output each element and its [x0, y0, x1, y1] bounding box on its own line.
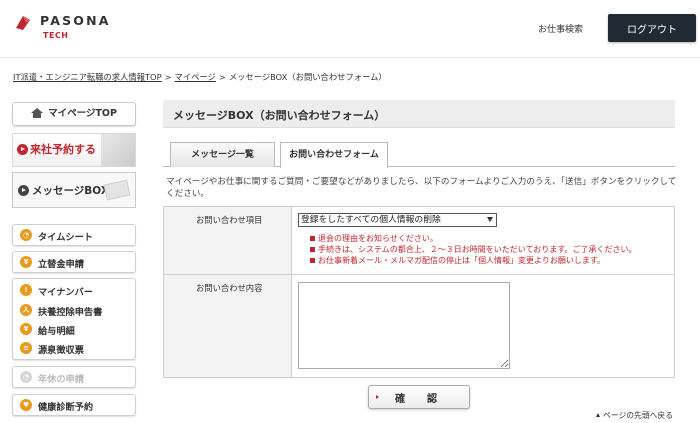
envelope-icon	[103, 179, 131, 201]
pasona-tech-logo[interactable]: PASONA TECH	[14, 12, 124, 46]
breadcrumb-mypage-link[interactable]: マイページ	[175, 72, 216, 82]
form-label-cell: お問い合わせ項目	[164, 207, 292, 274]
logo-sub-text: TECH	[43, 31, 69, 40]
breadcrumb-current: メッセージBOX（お問い合わせフォーム）	[228, 72, 387, 82]
sidebar-item-withholding[interactable]: ≡ 源泉徴収票	[13, 338, 135, 358]
sidebar-group-timesheet: ◔ タイムシート	[12, 224, 136, 246]
inquiry-note: お仕事新着メール・メルマガ配信の停止は「個人情報」変更よりお願いします。	[310, 255, 636, 266]
home-icon	[31, 108, 44, 118]
breadcrumb-separator: >	[218, 72, 226, 82]
sidebar-item-label: マイナンバー	[38, 287, 93, 298]
chevron-right-icon	[376, 395, 379, 399]
message-box-label: メッセージBOX	[32, 185, 109, 197]
back-to-top-link[interactable]: ページの先頭へ戻る	[596, 410, 673, 421]
inquiry-note: 退会の理由をお知らせください。	[310, 233, 636, 244]
sidebar-item-timesheet[interactable]: ◔ タイムシート	[13, 225, 135, 245]
page-title: メッセージBOX（お問い合わせフォーム）	[173, 109, 386, 122]
sidebar-item-label: タイムシート	[38, 232, 93, 243]
sidebar-item-label: 立替金申請	[38, 259, 84, 270]
sidebar-item-payslip[interactable]: ¥ 給与明細	[13, 319, 135, 339]
sidebar-group-documents: ! マイナンバー 人 扶養控除申告書 ¥ 給与明細 ≡ 源泉徴収票	[12, 278, 136, 360]
form-row-inquiry-content: お問い合わせ内容	[164, 275, 674, 377]
sidebar-group-expense: ¥ 立替金申請	[12, 251, 136, 273]
yen-icon: ¥	[20, 256, 32, 268]
clock-icon: ◔	[20, 229, 32, 241]
sidebar-item-label: 源泉徴収票	[38, 345, 84, 356]
logo-brand-text: PASONA	[40, 13, 111, 28]
inquiry-content-textarea[interactable]	[298, 282, 510, 369]
sidebar-item-dependents[interactable]: 人 扶養控除申告書	[13, 300, 135, 320]
sidebar-item-label: 健康診断予約	[38, 402, 94, 413]
yen-icon: ¥	[20, 323, 32, 335]
chevron-down-icon	[487, 217, 493, 222]
heart-icon: ♥	[20, 399, 32, 411]
tab-message-list[interactable]: メッセージ一覧	[170, 142, 275, 167]
confirm-button-label: 確 認	[395, 393, 443, 405]
form-intro-text: マイページやお仕事に関するご質問・ご要望などがありましたら、以下のフォームよりご…	[166, 177, 677, 199]
back-to-top-label: ページの先頭へ戻る	[603, 411, 674, 420]
confirm-button[interactable]: 確 認	[368, 385, 470, 409]
sidebar-item-label: 扶養控除申告書	[38, 307, 103, 318]
job-search-link[interactable]: お仕事検索	[538, 22, 583, 35]
clock-icon: ◔	[20, 371, 32, 383]
inquiry-item-select[interactable]: 登録をしたすべての個人情報の削除	[298, 213, 497, 227]
banner-decoration	[101, 134, 135, 166]
sidebar-item-label: 給与明細	[38, 326, 75, 337]
tab-contact-form[interactable]: お問い合わせフォーム	[280, 142, 388, 168]
message-box-nav[interactable]: メッセージBOX	[12, 172, 136, 208]
chevron-right-icon	[17, 144, 28, 155]
arrow-up-icon	[596, 413, 600, 417]
inquiry-note: 手続きは、システムの都合上、２～３日お時間をいただいております。ご了承ください。	[310, 244, 636, 255]
sidebar-item-mynumber[interactable]: ! マイナンバー	[13, 280, 135, 300]
mypage-top-button[interactable]: マイページTOP	[12, 102, 136, 126]
site-header: PASONA TECH お仕事検索 ログアウト	[0, 0, 700, 58]
family-icon: 人	[20, 304, 32, 316]
sidebar-group-health: ♥ 健康診断予約	[12, 394, 136, 416]
logo-mark-icon	[16, 16, 30, 30]
form-label-cell: お問い合わせ内容	[164, 275, 292, 377]
number-icon: !	[20, 284, 32, 296]
inquiry-content-label: お問い合わせ内容	[196, 283, 263, 293]
sidebar-item-expense[interactable]: ¥ 立替金申請	[13, 252, 135, 272]
page-title-bar: メッセージBOX（お問い合わせフォーム）	[163, 100, 675, 128]
sidebar-item-leave: ◔ 年休の申請	[13, 367, 135, 387]
inquiry-notes: 退会の理由をお知らせください。 手続きは、システムの都合上、２～３日お時間をいた…	[310, 233, 636, 266]
breadcrumb-separator: >	[164, 72, 172, 82]
sidebar-group-leave: ◔ 年休の申請	[12, 366, 136, 388]
visit-reservation-banner[interactable]: 来社予約する	[12, 133, 136, 167]
visit-reservation-label: 来社予約する	[30, 143, 96, 156]
breadcrumb-top-link[interactable]: IT派遣・エンジニア転職の求人情報TOP	[13, 72, 162, 82]
mypage-top-label: マイページTOP	[48, 108, 117, 119]
form-row-inquiry-item: お問い合わせ項目 登録をしたすべての個人情報の削除 退会の理由をお知らせください…	[164, 207, 674, 275]
inquiry-item-label: お問い合わせ項目	[196, 215, 263, 225]
logout-button[interactable]: ログアウト	[608, 14, 696, 42]
breadcrumb: IT派遣・エンジニア転職の求人情報TOP > マイページ > メッセージBOX（お問い合…	[13, 71, 387, 83]
contact-form-table: お問い合わせ項目 登録をしたすべての個人情報の削除 退会の理由をお知らせください…	[163, 206, 675, 378]
tab-bar: メッセージ一覧 お問い合わせフォーム	[163, 142, 675, 168]
sidebar-item-label: 年休の申請	[38, 374, 84, 385]
inquiry-item-selected: 登録をしたすべての個人情報の削除	[301, 215, 441, 225]
sidebar-item-health-checkup[interactable]: ♥ 健康診断予約	[13, 395, 135, 415]
chevron-right-icon	[18, 185, 29, 196]
document-icon: ≡	[20, 342, 32, 354]
